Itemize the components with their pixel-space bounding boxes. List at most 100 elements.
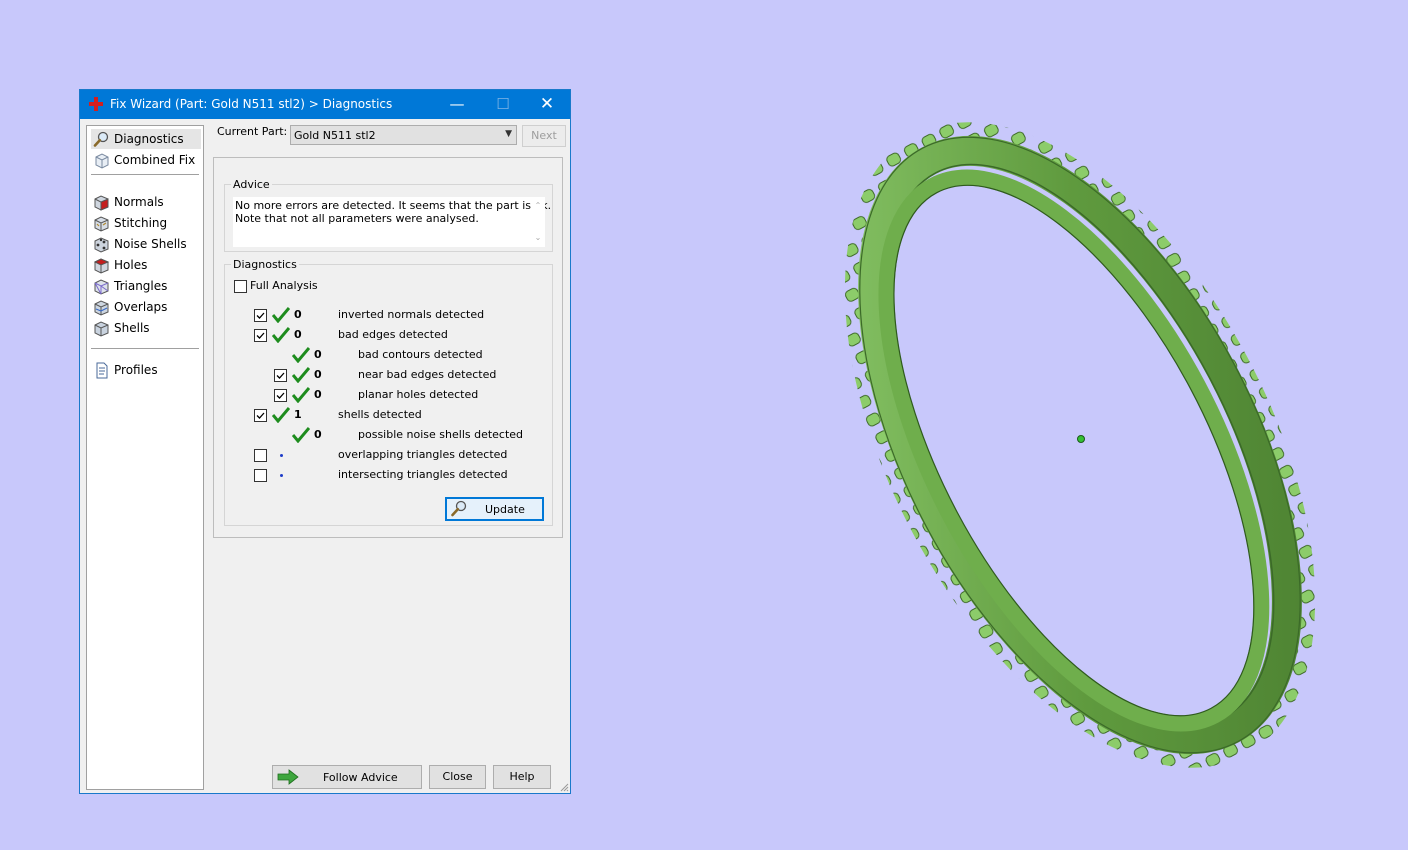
close-button[interactable]: Close — [429, 765, 486, 789]
sidebar: Diagnostics Combined Fix Normals Stitchi… — [86, 125, 204, 790]
green-arrow-icon — [277, 769, 299, 785]
maximize-button[interactable]: ☐ — [480, 90, 526, 119]
row-checkbox[interactable] — [254, 309, 267, 322]
sidebar-item-label: Shells — [114, 321, 150, 335]
sidebar-item-label: Normals — [114, 195, 164, 209]
diagnostics-group: Diagnostics Full Analysis 0 inverted nor… — [224, 258, 553, 526]
row-checkbox[interactable] — [254, 409, 267, 422]
full-analysis-label: Full Analysis — [250, 279, 318, 292]
scroll-down-icon[interactable]: ⌄ — [531, 233, 545, 242]
advice-line-1: No more errors are detected. It seems th… — [235, 199, 552, 212]
sidebar-item-label: Stitching — [114, 216, 168, 230]
current-part-value: Gold N511 stl2 — [294, 129, 376, 142]
advice-scrollbar[interactable]: ⌃ ⌄ — [531, 197, 545, 247]
normals-cube-icon — [94, 195, 109, 211]
pending-dot-icon — [280, 454, 283, 457]
advice-group: Advice No more errors are detected. It s… — [224, 178, 553, 252]
row-checkbox[interactable] — [274, 369, 287, 382]
sidebar-item-label: Combined Fix — [114, 153, 196, 167]
pending-dot-icon — [280, 474, 283, 477]
pivot-point-marker — [1077, 435, 1085, 443]
advice-line-2: Note that not all parameters were analys… — [235, 212, 479, 225]
next-button[interactable]: Next — [522, 125, 566, 147]
ring-3d-model[interactable] — [820, 95, 1340, 795]
sidebar-item-label: Overlaps — [114, 300, 168, 314]
sidebar-item-normals[interactable]: Normals — [91, 192, 201, 212]
row-count: 0 — [294, 328, 302, 341]
update-label: Update — [485, 503, 525, 516]
sidebar-item-stitching[interactable]: Stitching — [91, 213, 201, 233]
chevron-down-icon: ▼ — [505, 129, 512, 139]
resize-grip-icon[interactable] — [559, 782, 569, 792]
row-label: shells detected — [338, 408, 422, 421]
advice-text-box: No more errors are detected. It seems th… — [233, 197, 551, 247]
sidebar-divider — [91, 348, 199, 349]
diagnostics-title: Diagnostics — [231, 258, 299, 271]
sidebar-item-triangles[interactable]: Triangles — [91, 276, 201, 296]
row-checkbox[interactable] — [254, 469, 267, 482]
row-label: overlapping triangles detected — [338, 448, 508, 461]
app-logo-icon — [89, 97, 103, 111]
diagnostics-panel: Advice No more errors are detected. It s… — [213, 157, 563, 538]
row-label: near bad edges detected — [358, 368, 497, 381]
green-checkmark-icon — [272, 307, 290, 323]
sidebar-item-profiles[interactable]: Profiles — [91, 360, 201, 380]
noise-shells-icon — [94, 237, 109, 253]
row-checkbox[interactable] — [254, 329, 267, 342]
sidebar-item-noise-shells[interactable]: Noise Shells — [91, 234, 201, 254]
row-label: possible noise shells detected — [358, 428, 524, 441]
cube-outline-icon — [95, 153, 109, 169]
sidebar-item-label: Noise Shells — [114, 237, 187, 251]
row-checkbox[interactable] — [254, 449, 267, 462]
row-checkbox[interactable] — [274, 389, 287, 402]
help-button[interactable]: Help — [493, 765, 551, 789]
sidebar-item-holes[interactable]: Holes — [91, 255, 201, 275]
stitching-cube-icon — [94, 216, 109, 232]
shells-cube-icon — [94, 321, 109, 337]
holes-cube-icon — [93, 258, 110, 274]
green-checkmark-icon — [292, 347, 310, 363]
minimize-button[interactable]: — — [434, 90, 480, 119]
advice-title: Advice — [231, 178, 272, 191]
row-label: planar holes detected — [358, 388, 479, 401]
fix-wizard-window: Fix Wizard (Part: Gold N511 stl2) > Diag… — [79, 89, 571, 794]
row-count: 0 — [314, 348, 322, 361]
close-window-button[interactable]: ✕ — [524, 90, 570, 119]
sidebar-item-label: Triangles — [114, 279, 168, 293]
row-label: inverted normals detected — [338, 308, 485, 321]
row-count: 0 — [314, 388, 322, 401]
sidebar-item-label: Diagnostics — [114, 132, 184, 146]
magnifier-icon — [451, 500, 467, 517]
title-bar[interactable]: Fix Wizard (Part: Gold N511 stl2) > Diag… — [80, 90, 570, 119]
sidebar-item-label: Profiles — [114, 363, 158, 377]
green-checkmark-icon — [272, 407, 290, 423]
sidebar-divider — [91, 174, 199, 175]
full-analysis-checkbox[interactable] — [234, 280, 247, 293]
profile-document-icon — [96, 362, 108, 379]
row-label: intersecting triangles detected — [338, 468, 508, 481]
sidebar-item-shells[interactable]: Shells — [91, 318, 201, 338]
scroll-up-icon[interactable]: ⌃ — [531, 201, 545, 210]
follow-advice-button[interactable]: Follow Advice — [272, 765, 422, 789]
row-count: 0 — [294, 308, 302, 321]
update-button[interactable]: Update — [445, 497, 544, 521]
current-part-select[interactable]: Gold N511 stl2 ▼ — [290, 125, 517, 145]
follow-advice-label: Follow Advice — [323, 771, 398, 784]
row-count: 0 — [314, 368, 322, 381]
sidebar-item-combined-fix[interactable]: Combined Fix — [91, 150, 201, 170]
window-title: Fix Wizard (Part: Gold N511 stl2) > Diag… — [110, 97, 393, 111]
sidebar-item-label: Holes — [114, 258, 148, 272]
sidebar-item-overlaps[interactable]: Overlaps — [91, 297, 201, 317]
green-checkmark-icon — [292, 387, 310, 403]
sidebar-item-diagnostics[interactable]: Diagnostics — [91, 129, 201, 149]
row-count: 1 — [294, 408, 302, 421]
current-part-label: Current Part: — [217, 125, 288, 138]
overlaps-cube-icon — [94, 300, 109, 316]
triangles-cube-icon — [94, 279, 109, 295]
row-count: 0 — [314, 428, 322, 441]
magnifier-icon — [93, 131, 109, 147]
row-label: bad contours detected — [358, 348, 483, 361]
green-checkmark-icon — [292, 427, 310, 443]
green-checkmark-icon — [292, 367, 310, 383]
row-label: bad edges detected — [338, 328, 448, 341]
